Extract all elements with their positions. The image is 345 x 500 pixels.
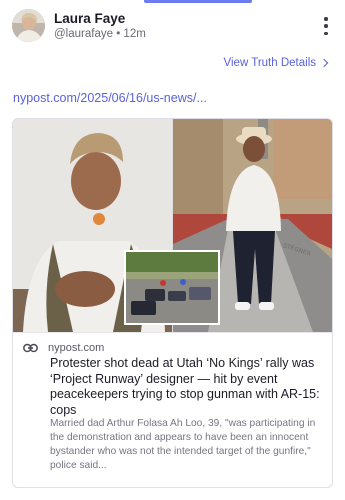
truth-details-label: View Truth Details bbox=[223, 57, 316, 69]
post-header: Laura Faye @laurafaye • 12m bbox=[12, 9, 333, 43]
link-icon bbox=[23, 343, 38, 353]
kebab-dot bbox=[324, 17, 328, 21]
article-source: nypost.com bbox=[48, 342, 105, 354]
meta-separator: • bbox=[116, 28, 121, 40]
avatar-image bbox=[12, 9, 45, 42]
author-handle[interactable]: @laurafaye bbox=[54, 28, 113, 40]
kebab-dot bbox=[324, 31, 328, 35]
link-preview-card[interactable]: STEGNER nypost.com Protester shot dead a… bbox=[12, 118, 333, 488]
post-time: 12m bbox=[123, 28, 146, 40]
top-accent-bar bbox=[144, 0, 252, 3]
article-photo-collage: STEGNER bbox=[13, 119, 332, 332]
article-image: STEGNER bbox=[13, 119, 332, 332]
author-meta: @laurafaye • 12m bbox=[54, 28, 146, 40]
source-row: nypost.com bbox=[23, 342, 104, 354]
more-options-icon[interactable] bbox=[321, 15, 331, 37]
card-body: nypost.com Protester shot dead at Utah ‘… bbox=[13, 332, 332, 487]
post-link[interactable]: nypost.com/2025/06/16/us-news/... bbox=[13, 91, 207, 105]
view-truth-details-link[interactable]: View Truth Details bbox=[223, 57, 329, 69]
author-name[interactable]: Laura Faye bbox=[54, 11, 125, 26]
kebab-dot bbox=[324, 24, 328, 28]
chevron-right-icon bbox=[319, 58, 329, 68]
article-excerpt: Married dad Arthur Folasa Ah Loo, 39, "w… bbox=[50, 418, 316, 471]
avatar[interactable] bbox=[12, 9, 45, 42]
article-headline[interactable]: Protester shot dead at Utah ‘No Kings’ r… bbox=[50, 356, 328, 418]
